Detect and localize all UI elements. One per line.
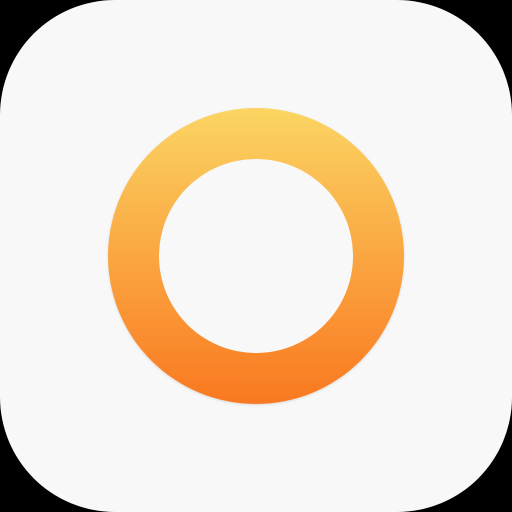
ring-icon bbox=[108, 108, 404, 404]
app-icon-tile[interactable] bbox=[0, 0, 512, 512]
screen-background bbox=[0, 0, 512, 512]
ring-inner-hole bbox=[159, 159, 353, 353]
